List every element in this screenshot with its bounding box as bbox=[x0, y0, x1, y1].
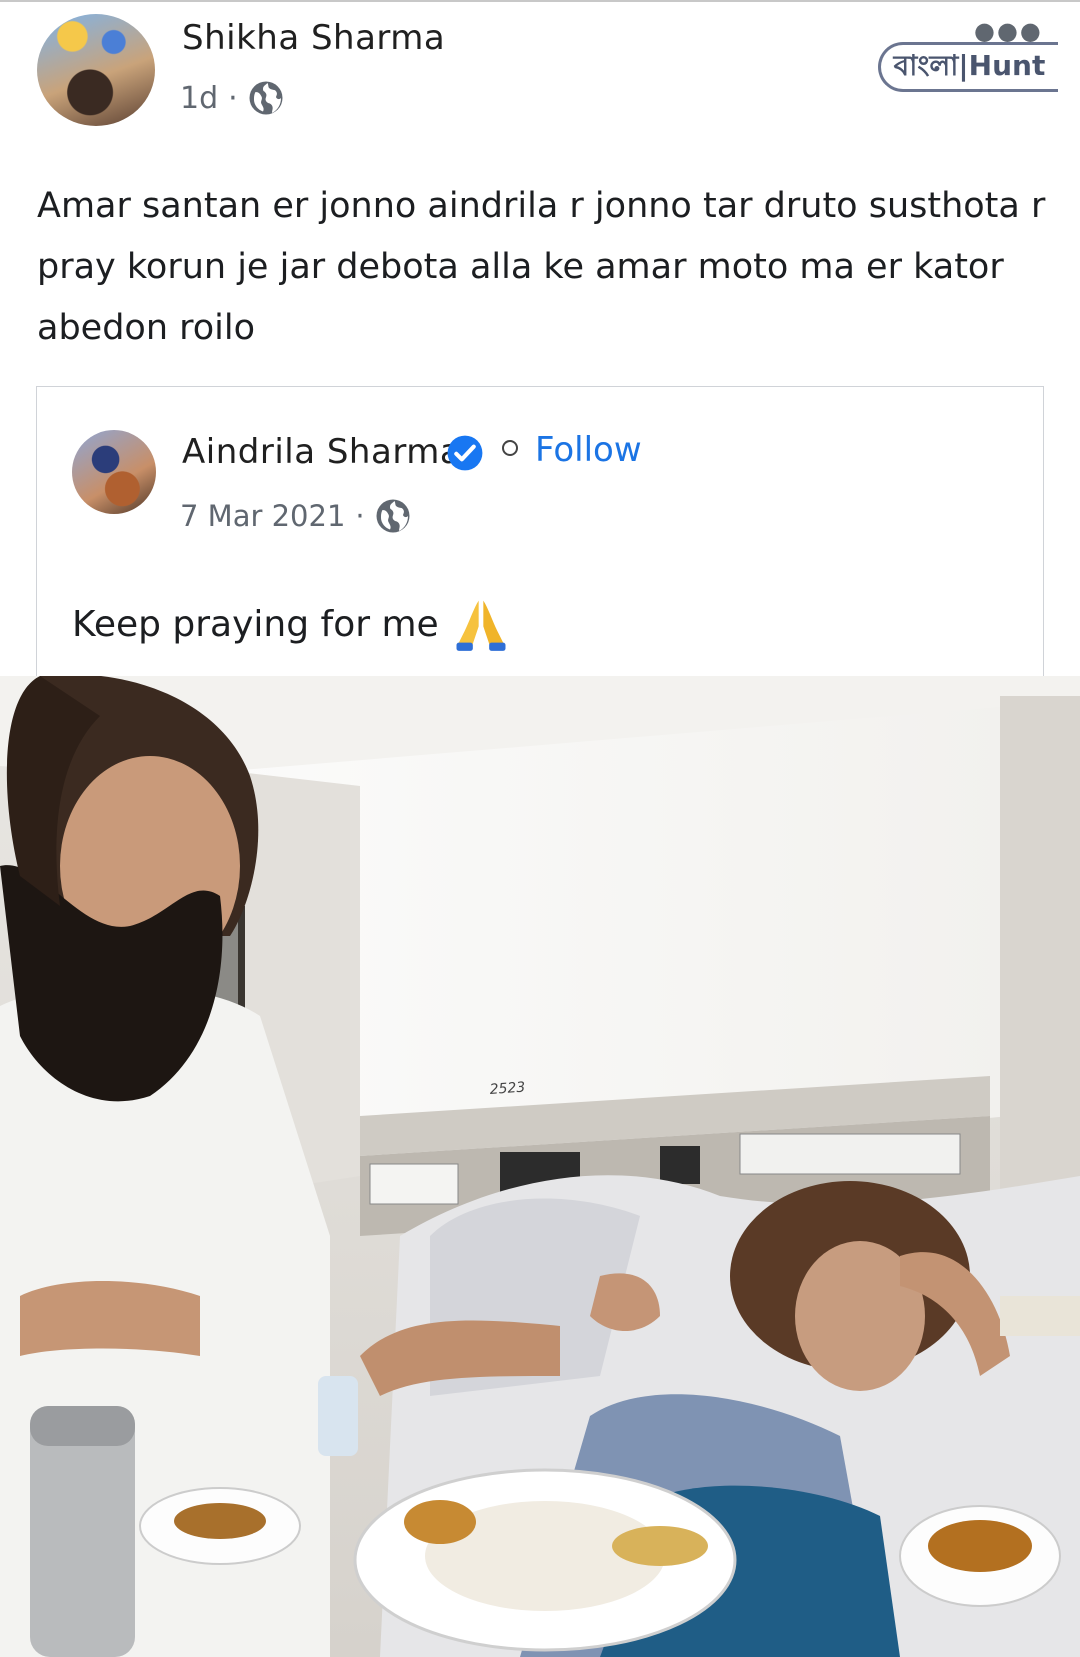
meta-separator: · bbox=[228, 80, 238, 116]
shared-post-date[interactable]: 7 Mar 2021 bbox=[180, 499, 345, 533]
author-avatar[interactable] bbox=[37, 14, 155, 126]
shared-author-avatar[interactable] bbox=[72, 430, 156, 514]
post-body-text: Amar santan er jonno aindrila r jonno ta… bbox=[37, 186, 1046, 348]
follow-button[interactable]: Follow bbox=[535, 430, 642, 470]
top-divider bbox=[0, 0, 1080, 2]
post-meta: 1d · bbox=[180, 80, 284, 116]
hospital-room-photo: 2523 bbox=[0, 676, 1080, 1657]
post-time[interactable]: 1d bbox=[180, 81, 218, 116]
follow-separator-dot bbox=[502, 440, 518, 456]
shared-post-meta: 7 Mar 2021 · bbox=[180, 498, 411, 534]
globe-icon bbox=[376, 499, 410, 533]
shared-post-text: Keep praying for me bbox=[72, 603, 439, 645]
author-name[interactable]: Shikha Sharma bbox=[182, 18, 445, 58]
shared-author-name[interactable]: Aindrila Sharma bbox=[182, 432, 461, 472]
folded-hands-emoji bbox=[456, 600, 506, 651]
more-options-icon[interactable]: ●●● bbox=[974, 19, 1043, 43]
post-photo[interactable]: 2523 bbox=[0, 676, 1080, 1657]
wall-label: 2523 bbox=[489, 1080, 526, 1098]
shared-post-text-row: Keep praying for me bbox=[72, 596, 509, 652]
watermark-logo: বাংলা|Hunt bbox=[878, 42, 1058, 92]
globe-icon bbox=[249, 81, 283, 115]
shared-meta-separator: · bbox=[355, 499, 365, 533]
verified-badge-icon bbox=[447, 435, 483, 471]
